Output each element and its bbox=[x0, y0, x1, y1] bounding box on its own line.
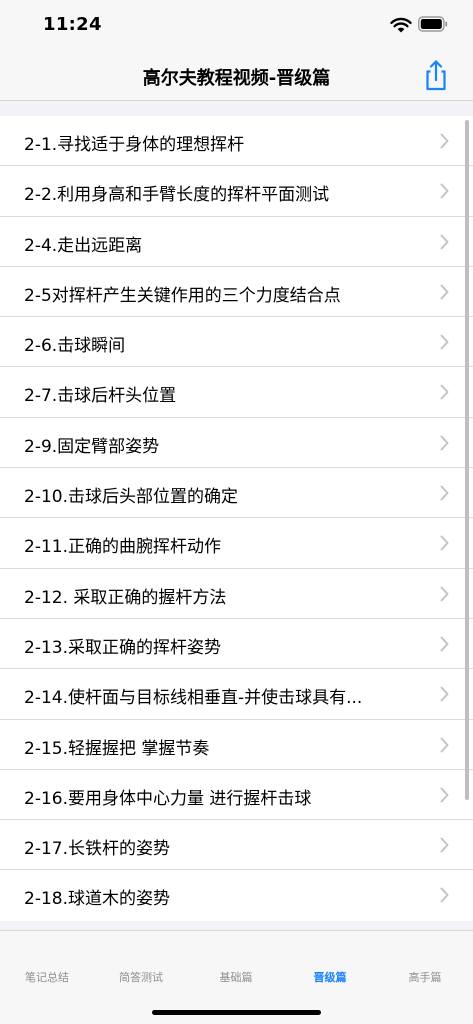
list-item-label: 2-1.寻找适于身体的理想挥杆 bbox=[24, 135, 245, 155]
chevron-right-icon bbox=[440, 636, 449, 652]
share-button[interactable] bbox=[421, 58, 451, 92]
list-item-label: 2-10.击球后头部位置的确定 bbox=[24, 487, 238, 508]
chevron-right-icon bbox=[440, 887, 449, 903]
wifi-icon bbox=[390, 17, 412, 33]
list-item-label: 2-2.利用身高和手臂长度的挥杆平面测试 bbox=[24, 185, 330, 206]
list-item[interactable]: 2-10.击球后头部位置的确定 bbox=[0, 468, 473, 519]
list-item-label: 2-9.固定臂部姿势 bbox=[24, 436, 160, 457]
list-item[interactable]: 2-15.轻握握把 掌握节奏 bbox=[0, 720, 473, 770]
home-indicator bbox=[152, 1010, 321, 1015]
tab-expert[interactable]: 高手篇 bbox=[378, 969, 472, 985]
list-item[interactable]: 2-14.使杆面与目标线相垂直-并使击球具有... bbox=[0, 669, 473, 720]
list-item[interactable]: 2-11.正确的曲腕挥杆动作 bbox=[0, 518, 473, 569]
chevron-right-icon bbox=[440, 284, 449, 300]
list-item[interactable]: 2-12. 采取正确的握杆方法 bbox=[0, 569, 473, 619]
list-item[interactable]: 2-5对挥杆产生关键作用的三个力度结合点 bbox=[0, 267, 473, 318]
list-item[interactable]: 2-7.击球后杆头位置 bbox=[0, 367, 473, 418]
chevron-right-icon bbox=[440, 133, 449, 149]
chevron-right-icon bbox=[440, 183, 449, 199]
status-bar: 11:24 bbox=[0, 0, 473, 54]
tab-advanced[interactable]: 晋级篇 bbox=[283, 969, 377, 985]
list-item[interactable]: 2-9.固定臂部姿势 bbox=[0, 418, 473, 469]
tab-quiz[interactable]: 简答测试 bbox=[94, 969, 188, 985]
chevron-right-icon bbox=[440, 234, 449, 250]
list-item[interactable]: 2-2.利用身高和手臂长度的挥杆平面测试 bbox=[0, 166, 473, 217]
list-item-label: 2-16.要用身体中心力量 进行握杆击球 bbox=[24, 788, 312, 809]
chevron-right-icon bbox=[440, 334, 449, 350]
chevron-right-icon bbox=[440, 787, 449, 803]
list-item-label: 2-4.走出远距离 bbox=[24, 235, 143, 256]
tab-notes-summary[interactable]: 笔记总结 bbox=[0, 969, 94, 985]
navigation-bar: 高尔夫教程视频-晋级篇 bbox=[0, 54, 473, 101]
battery-icon bbox=[418, 16, 448, 32]
chevron-right-icon bbox=[440, 586, 449, 602]
list-item-label: 2-13.采取正确的挥杆姿势 bbox=[24, 637, 221, 658]
chevron-right-icon bbox=[440, 737, 449, 753]
list-item[interactable]: 2-13.采取正确的挥杆姿势 bbox=[0, 619, 473, 670]
list-item-label: 2-11.正确的曲腕挥杆动作 bbox=[24, 537, 221, 558]
list-item-label: 2-6.击球瞬间 bbox=[24, 336, 126, 357]
list-item-label: 2-17.长铁杆的姿势 bbox=[24, 839, 170, 860]
list-item[interactable]: 2-16.要用身体中心力量 进行握杆击球 bbox=[0, 770, 473, 821]
list-item[interactable]: 2-1.寻找适于身体的理想挥杆 bbox=[0, 116, 473, 167]
chevron-right-icon bbox=[440, 435, 449, 451]
vertical-scrollbar[interactable] bbox=[465, 120, 469, 800]
lesson-list: 2-1.寻找适于身体的理想挥杆 2-2.利用身高和手臂长度的挥杆平面测试 2-4… bbox=[0, 116, 473, 921]
share-icon bbox=[426, 60, 446, 91]
list-item-label: 2-14.使杆面与目标线相垂直-并使击球具有... bbox=[24, 688, 363, 709]
list-item-label: 2-18.球道木的姿势 bbox=[24, 889, 170, 910]
tab-basics[interactable]: 基础篇 bbox=[189, 969, 283, 985]
status-time: 11:24 bbox=[43, 14, 102, 35]
chevron-right-icon bbox=[440, 535, 449, 551]
page-title: 高尔夫教程视频-晋级篇 bbox=[142, 68, 331, 89]
list-item[interactable]: 2-6.击球瞬间 bbox=[0, 317, 473, 368]
list-item-label: 2-12. 采取正确的握杆方法 bbox=[24, 587, 227, 608]
list-item-label: 2-7.击球后杆头位置 bbox=[24, 386, 177, 407]
list-item-label: 2-15.轻握握把 掌握节奏 bbox=[24, 738, 210, 759]
chevron-right-icon bbox=[440, 686, 449, 702]
list-item[interactable]: 2-4.走出远距离 bbox=[0, 217, 473, 267]
list-item[interactable]: 2-17.长铁杆的姿势 bbox=[0, 820, 473, 871]
list-item[interactable]: 2-18.球道木的姿势 bbox=[0, 870, 473, 920]
list-item-label: 2-5对挥杆产生关键作用的三个力度结合点 bbox=[24, 285, 341, 306]
chevron-right-icon bbox=[440, 384, 449, 400]
chevron-right-icon bbox=[440, 485, 449, 501]
chevron-right-icon bbox=[440, 837, 449, 853]
